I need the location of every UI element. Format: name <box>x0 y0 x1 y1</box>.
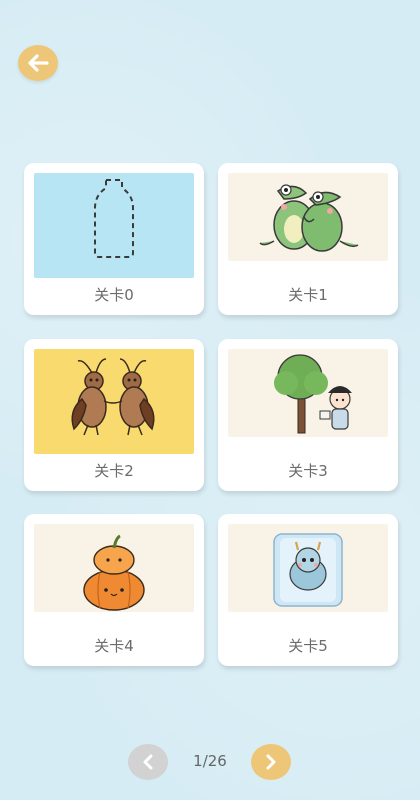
level-card-2[interactable]: 关卡2 <box>24 339 204 491</box>
level-card-0[interactable]: 关卡0 <box>24 163 204 315</box>
level-thumbnail <box>34 173 194 278</box>
level-thumbnail <box>34 349 194 454</box>
pagination: 1/26 <box>0 744 420 784</box>
level-card-4[interactable]: 关卡4 <box>24 514 204 666</box>
tree-and-boy-icon <box>274 354 352 434</box>
chevron-left-icon <box>143 754 153 770</box>
level-label: 关卡5 <box>288 637 328 655</box>
level-thumbnail <box>228 173 388 261</box>
stacked-pumpkins-icon <box>83 534 145 611</box>
level-label: 关卡0 <box>94 286 134 304</box>
cockroaches-holding-hands-icon <box>71 358 155 436</box>
page-indicator: 1/26 <box>193 752 227 770</box>
next-page-button[interactable] <box>251 744 291 780</box>
level-thumbnail <box>34 524 194 612</box>
arrow-left-icon <box>28 54 49 72</box>
chevron-right-icon <box>266 754 276 770</box>
level-card-1[interactable]: 关卡1 <box>218 163 398 315</box>
bottle-outline-icon <box>94 179 134 258</box>
prev-page-button[interactable] <box>128 744 168 780</box>
level-label: 关卡3 <box>288 462 328 480</box>
level-label: 关卡1 <box>288 286 328 304</box>
level-card-3[interactable]: 关卡3 <box>218 339 398 491</box>
level-label: 关卡4 <box>94 637 134 655</box>
level-thumbnail <box>228 349 388 437</box>
level-card-5[interactable]: 关卡5 <box>218 514 398 666</box>
dragon-in-ice-cube-icon <box>273 533 343 607</box>
level-thumbnail <box>228 524 388 612</box>
back-button[interactable] <box>18 45 58 81</box>
crocodiles-hugging-icon <box>259 184 359 252</box>
level-label: 关卡2 <box>94 462 134 480</box>
